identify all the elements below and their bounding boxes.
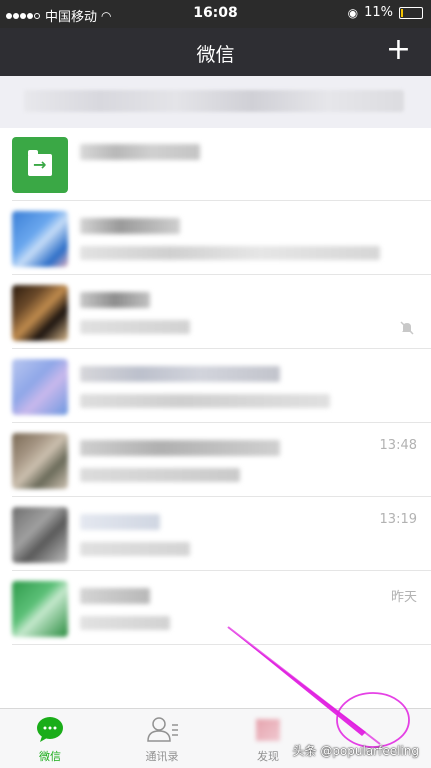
plus-icon[interactable]: + (386, 33, 411, 67)
chat-name (80, 292, 150, 308)
tab-bar: 微信 通讯录 发现 (0, 708, 431, 768)
avatar (12, 285, 68, 341)
chat-name (80, 366, 280, 382)
chat-row[interactable]: 13:19 (0, 498, 431, 571)
search-input[interactable] (24, 90, 404, 112)
file-transfer-icon: → (12, 137, 68, 193)
tab-label: 微信 (39, 750, 61, 763)
search-bar[interactable] (0, 76, 431, 126)
chat-preview (80, 394, 330, 408)
chat-name (80, 440, 280, 456)
tab-label: 通讯录 (145, 750, 179, 763)
chat-time: 13:19 (379, 512, 417, 527)
chat-time: 昨天 (390, 590, 417, 605)
chat-row[interactable] (0, 276, 431, 349)
status-right: ◉ 11% (348, 5, 423, 20)
tab-contacts[interactable]: 通讯录 (112, 715, 212, 764)
chat-name (80, 218, 180, 234)
tab-wechat[interactable]: 微信 (0, 715, 100, 764)
avatar (12, 581, 68, 637)
avatar (12, 211, 68, 267)
nav-bar: 微信 + (0, 28, 431, 76)
chat-name (80, 588, 150, 604)
chat-time: 13:48 (379, 438, 417, 453)
chat-row[interactable] (0, 202, 431, 275)
battery-percent: 11% (364, 5, 393, 20)
watermark-text: 头条 @popularfeeling (292, 744, 420, 758)
orientation-lock-icon: ◉ (347, 5, 359, 20)
chat-list: → 13:48 13:19 昨天 (0, 128, 431, 708)
chat-preview (80, 246, 380, 260)
chat-name (80, 144, 200, 160)
chat-preview (80, 468, 240, 482)
chat-row[interactable]: → (0, 128, 431, 201)
avatar (12, 359, 68, 415)
chat-preview (80, 616, 170, 630)
status-bar: 中国移动 ◠ 16:08 ◉ 11% (0, 0, 431, 28)
avatar (12, 433, 68, 489)
mute-bell-icon (400, 321, 414, 335)
discover-icon (256, 719, 280, 741)
chat-bubble-icon (37, 717, 63, 742)
chat-preview (80, 542, 190, 556)
chat-row[interactable]: 13:48 (0, 424, 431, 497)
battery-icon (399, 6, 423, 19)
avatar (12, 507, 68, 563)
chat-name (80, 514, 160, 530)
chat-row[interactable] (0, 350, 431, 423)
chat-row[interactable]: 昨天 (0, 572, 431, 645)
page-title: 微信 (196, 44, 235, 66)
chat-preview (80, 320, 190, 334)
contacts-icon (147, 717, 178, 742)
